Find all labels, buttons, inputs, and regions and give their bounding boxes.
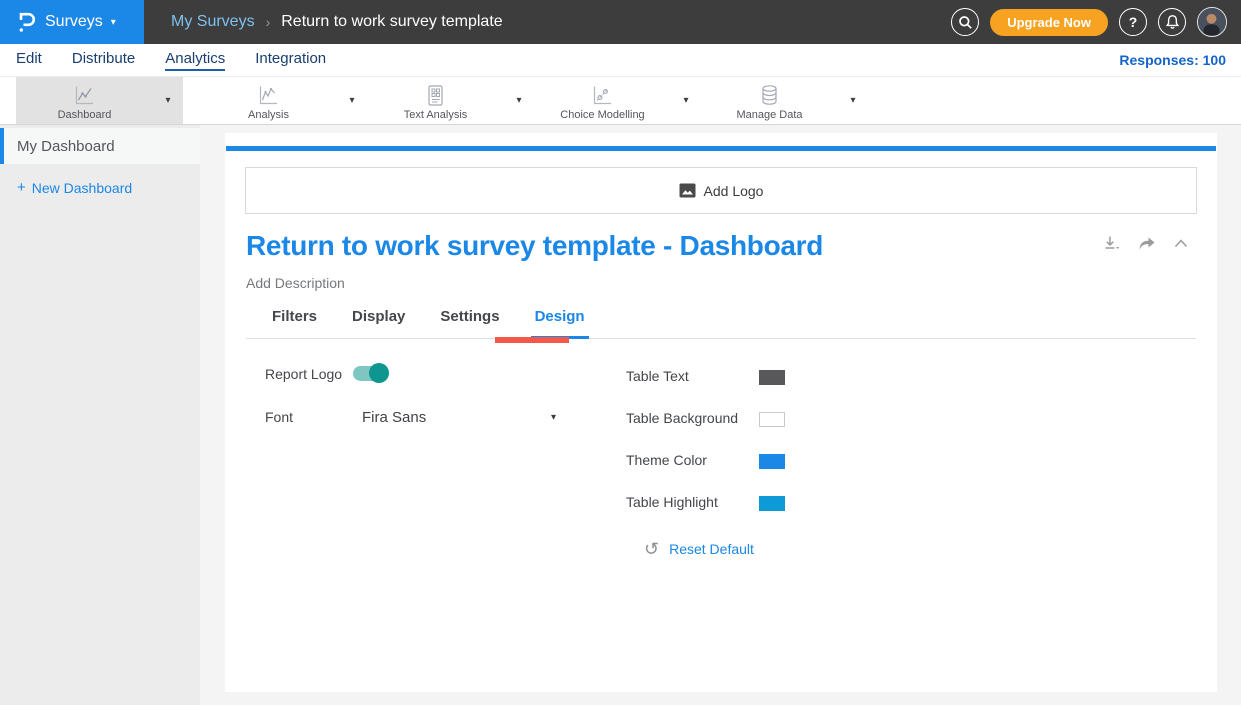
toolbar-item-label: Analysis [248,109,289,121]
nav-item-distribute[interactable]: Distribute [72,50,135,71]
share-button[interactable] [1137,235,1156,252]
app-root: Surveys ▾ My Surveys › Return to work su… [0,0,1241,705]
nav-item-analytics[interactable]: Analytics [165,50,225,71]
upgrade-now-button[interactable]: Upgrade Now [990,9,1108,36]
body: My Dashboard + New Dashboard Add Logo Re… [0,125,1241,705]
toolbar-item-label: Manage Data [736,109,802,121]
avatar-photo [1198,8,1225,35]
table-highlight-swatch[interactable] [759,496,785,511]
reset-icon: ↺ [644,540,659,558]
toolbar-item-analysis[interactable]: Analysis [200,77,337,124]
tab-display[interactable]: Display [352,308,405,338]
brand-menu[interactable]: Surveys ▾ [0,0,144,44]
chevron-down-icon[interactable]: ▾ [153,77,183,124]
toolbar-group-analysis: Analysis ▾ [200,77,367,124]
line-chart-icon [72,83,97,108]
download-button[interactable] [1102,234,1120,252]
user-avatar[interactable] [1197,7,1227,37]
toolbar-group-manage-data: Manage Data ▾ [701,77,868,124]
search-button[interactable] [951,8,979,36]
dashboard-card: Add Logo Return to work survey template … [225,133,1217,692]
chevron-down-icon[interactable]: ▾ [838,77,868,124]
download-icon [1102,234,1120,252]
theme-color-label: Theme Color [626,452,707,468]
toolbar-group-choice-modelling: Choice Modelling ▾ [534,77,701,124]
report-logo-toggle[interactable] [353,366,387,381]
table-text-swatch[interactable] [759,370,785,385]
table-highlight-label: Table Highlight [626,494,718,510]
chevron-down-icon[interactable]: ▾ [337,77,367,124]
new-dashboard-button[interactable]: + New Dashboard [0,179,200,196]
toolbar-item-text-analysis[interactable]: Text Analysis [367,77,504,124]
image-icon [679,183,696,198]
table-background-swatch[interactable] [759,412,785,427]
tab-settings[interactable]: Settings [440,308,499,338]
topbar: Surveys ▾ My Surveys › Return to work su… [0,0,1241,44]
report-logo-label: Report Logo [265,366,342,382]
toolbar-item-label: Text Analysis [404,109,468,121]
title-actions [1102,234,1189,252]
font-select-value: Fira Sans [362,409,426,426]
breadcrumb: My Surveys › Return to work survey templ… [171,13,503,31]
chevron-down-icon[interactable]: ▾ [504,77,534,124]
design-tab-highlight-annotation [495,337,569,343]
reset-default-button[interactable]: ↺ Reset Default [644,540,754,558]
table-text-label: Table Text [626,368,689,384]
search-icon [958,15,973,30]
add-logo-label: Add Logo [704,183,764,199]
topbar-actions: Upgrade Now ? [951,0,1227,44]
breadcrumb-my-surveys[interactable]: My Surveys [171,13,255,31]
analytics-toolbar: Dashboard ▾ Analysis ▾ [0,77,1241,125]
toolbar-item-label: Choice Modelling [560,109,644,121]
tab-design[interactable]: Design [535,308,585,338]
chevron-down-icon[interactable]: ▾ [671,77,701,124]
responses-count[interactable]: Responses: 100 [1119,52,1226,68]
questionpro-logo-icon [16,11,36,33]
tab-filters[interactable]: Filters [272,308,317,338]
breadcrumb-separator: › [266,14,271,30]
new-dashboard-label: New Dashboard [32,180,132,196]
reset-default-label: Reset Default [669,541,754,557]
chevron-up-icon [1173,237,1189,249]
database-icon [757,83,782,108]
table-background-label: Table Background [626,410,738,426]
line-chart-icon [256,83,281,108]
sidebar-item-my-dashboard[interactable]: My Dashboard [0,128,200,164]
theme-color-swatch[interactable] [759,454,785,469]
bell-icon [1165,14,1180,30]
share-arrow-icon [1137,235,1156,252]
dashboard-sidebar: My Dashboard + New Dashboard [0,125,200,705]
theme-color-bar [226,146,1216,151]
document-grid-icon [423,83,448,108]
notifications-button[interactable] [1158,8,1186,36]
add-logo-dropzone[interactable]: Add Logo [245,167,1197,214]
nav-item-integration[interactable]: Integration [255,50,326,71]
breadcrumb-current: Return to work survey template [281,13,502,31]
plus-icon: + [17,179,26,196]
toolbar-group-dashboard: Dashboard ▾ [16,77,183,124]
toolbar-item-choice-modelling[interactable]: Choice Modelling [534,77,671,124]
toolbar-item-dashboard[interactable]: Dashboard [16,77,153,124]
font-select[interactable]: Fira Sans ▾ [362,409,556,426]
sidebar-item-label: My Dashboard [17,138,115,155]
nav-item-edit[interactable]: Edit [16,50,42,71]
toggle-knob [369,363,389,383]
dashboard-title[interactable]: Return to work survey template - Dashboa… [246,230,823,262]
toolbar-group-text-analysis: Text Analysis ▾ [367,77,534,124]
collapse-button[interactable] [1173,237,1189,249]
toolbar-item-label: Dashboard [58,109,112,121]
chevron-down-icon: ▾ [551,412,556,423]
scatter-chart-icon [590,83,615,108]
settings-tabs: Filters Display Settings Design [246,308,1196,339]
chevron-down-icon: ▾ [111,17,116,28]
brand-label: Surveys [45,13,103,31]
font-label: Font [265,409,293,425]
add-description-field[interactable]: Add Description [246,275,345,291]
toolbar-item-manage-data[interactable]: Manage Data [701,77,838,124]
survey-nav: Edit Distribute Analytics Integration Re… [0,44,1241,77]
help-button[interactable]: ? [1119,8,1147,36]
